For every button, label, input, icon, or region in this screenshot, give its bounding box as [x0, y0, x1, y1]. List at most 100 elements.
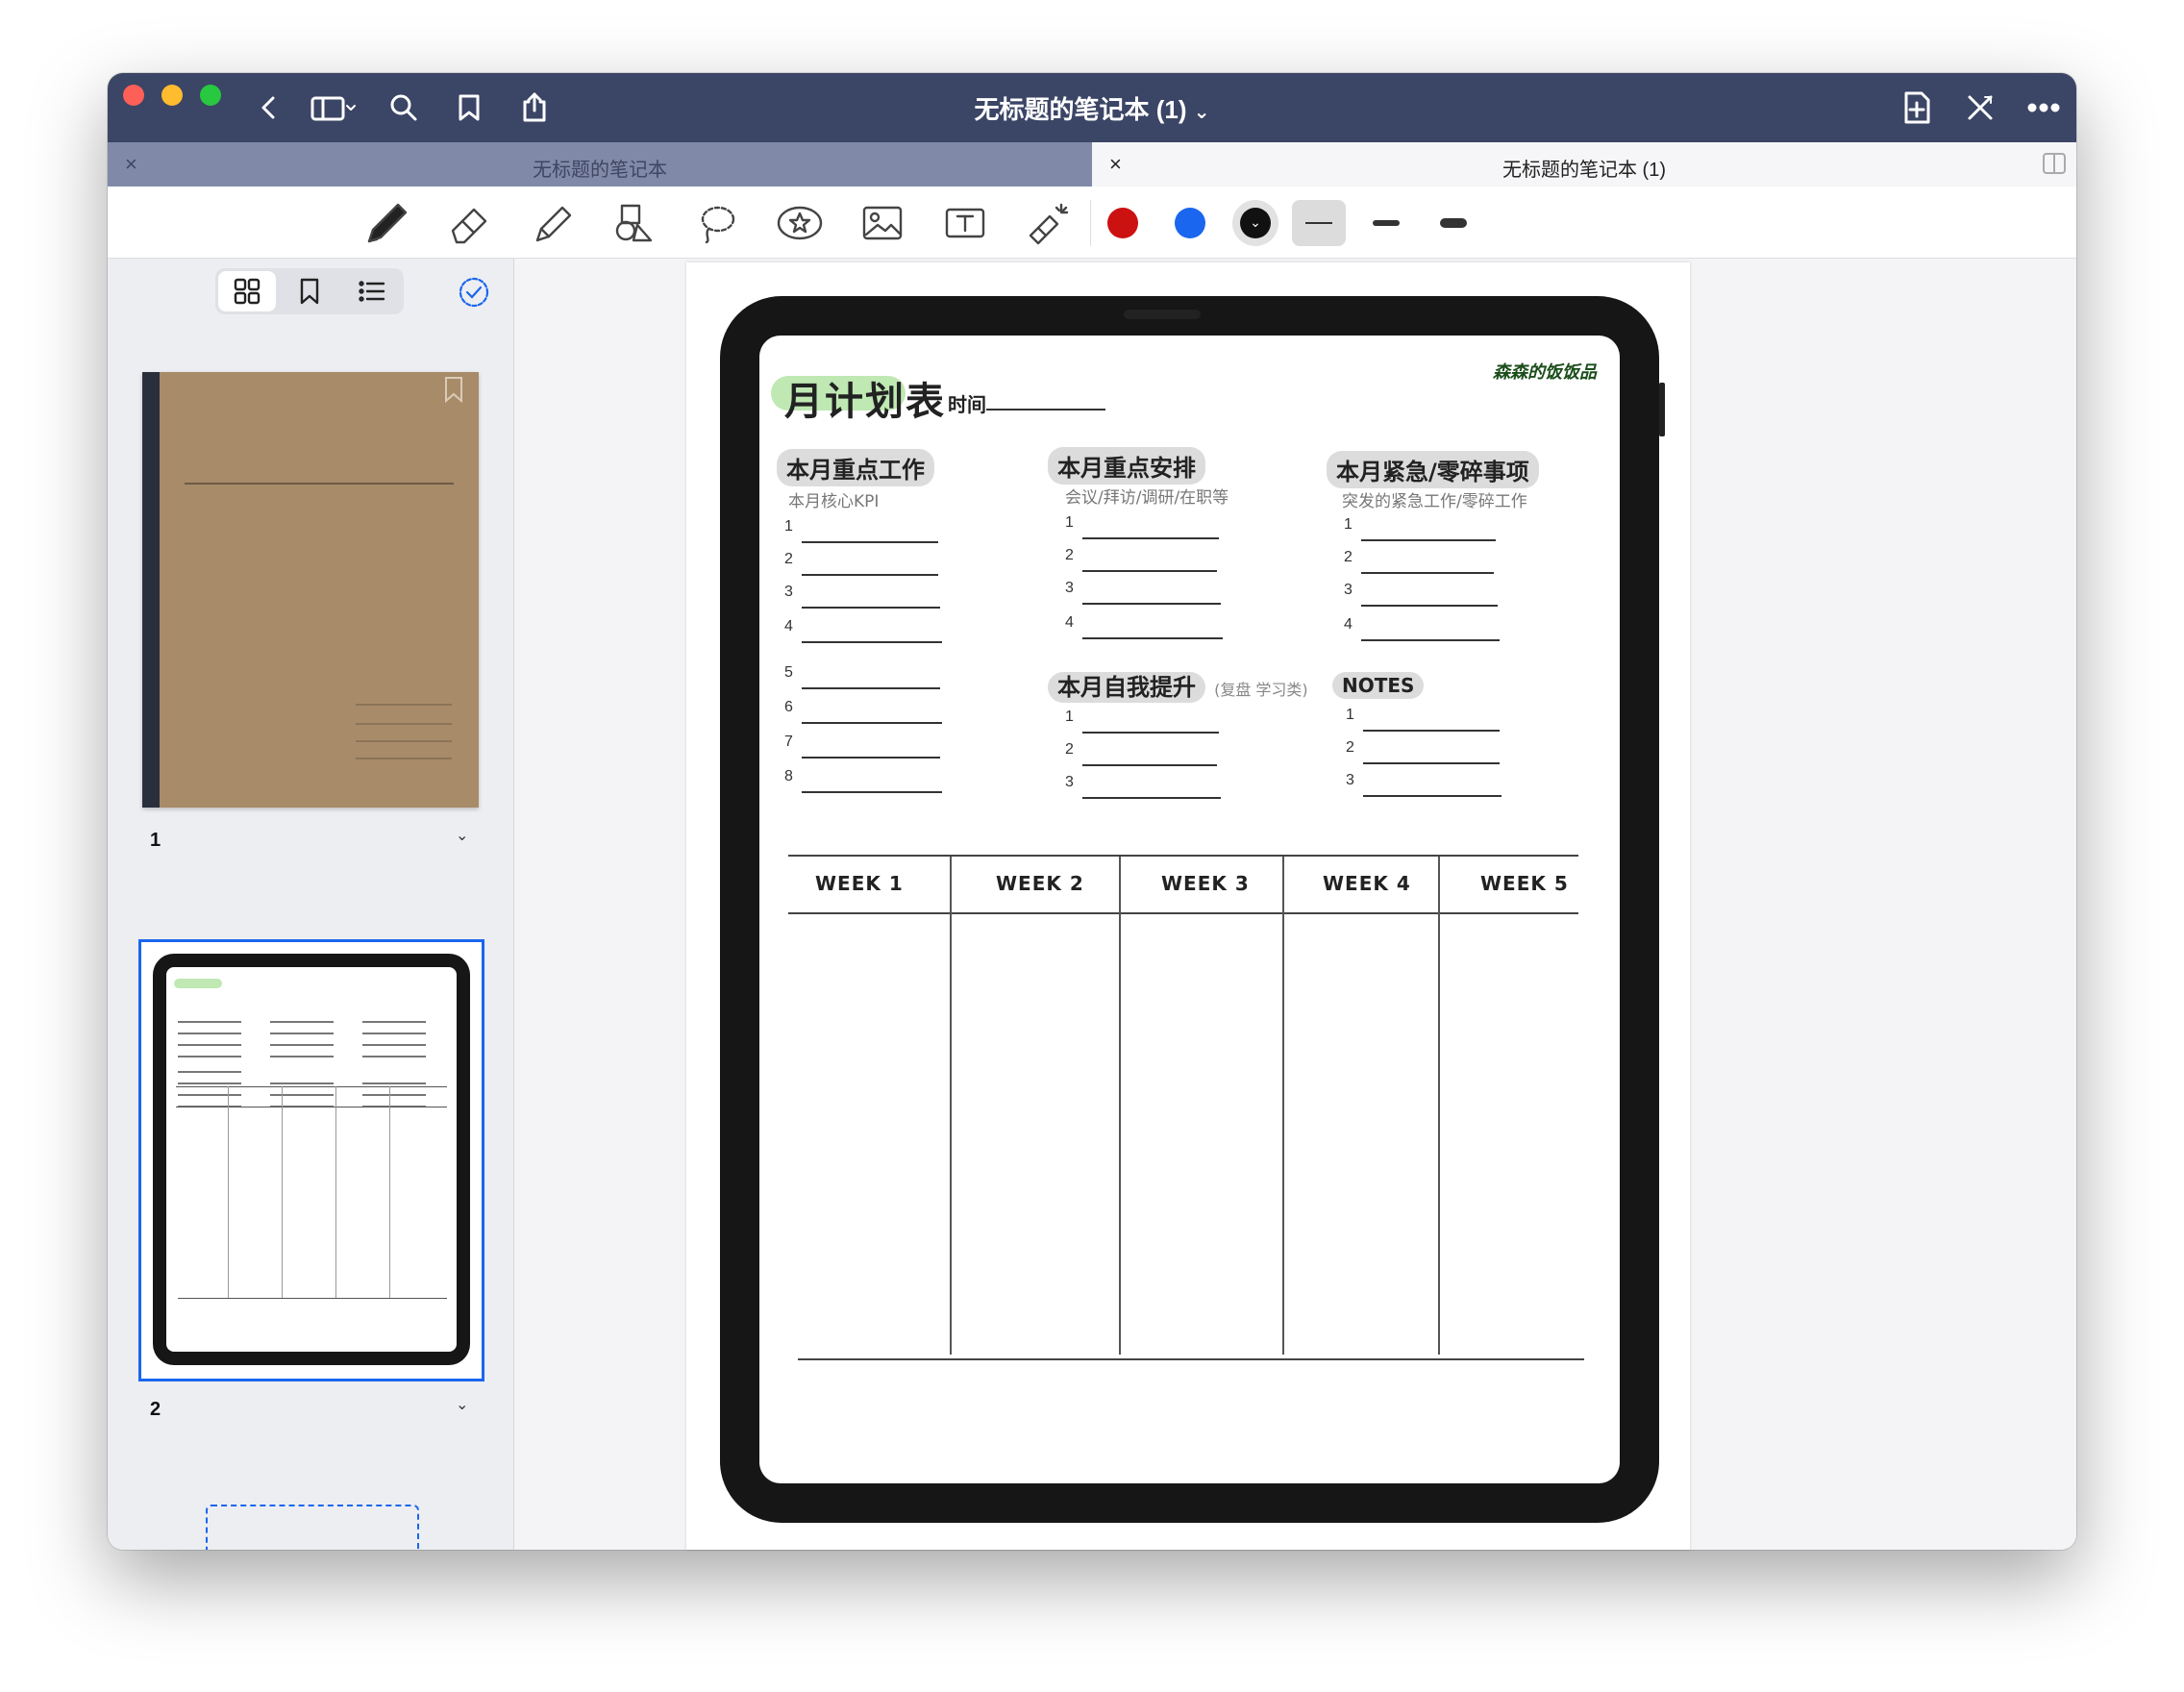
brand-signature: 森森的饭饭品 — [1493, 362, 1597, 382]
bookmark-icon[interactable] — [442, 376, 465, 408]
select-pages-icon[interactable] — [458, 276, 490, 313]
drawing-toolbar: ⌄ — [108, 187, 2076, 259]
page-thumbnail-2[interactable] — [138, 939, 484, 1381]
list-row: 4 — [1344, 616, 1500, 643]
section-subtitle: 突发的紧急工作/零碎工作 — [1342, 492, 1527, 511]
cover-label-lines — [356, 704, 452, 706]
eraser-icon[interactable] — [442, 200, 496, 246]
list-row: 2 — [784, 551, 938, 578]
thumbnail-week-table — [176, 1086, 447, 1107]
window-title-text: 无标题的笔记本 (1) — [974, 95, 1187, 124]
add-page-icon[interactable] — [1898, 88, 1936, 127]
laser-pointer-icon[interactable] — [1021, 200, 1075, 246]
list-row: 1 — [1344, 516, 1498, 543]
section-subtitle: 会议/拜访/调研/在职等 — [1065, 488, 1229, 508]
window-title[interactable]: 无标题的笔记本 (1) ⌄ — [108, 90, 2076, 126]
week-table-bottom-rule — [798, 1358, 1584, 1360]
image-icon[interactable] — [856, 200, 909, 246]
thumbnail-screen — [166, 967, 457, 1352]
thumbnail-week-cols — [228, 1086, 229, 1298]
color-red-swatch[interactable] — [1107, 208, 1138, 238]
list-row: 3 — [1065, 774, 1221, 801]
camera-dot — [1124, 310, 1201, 319]
planner-sheet: 月计划表 时间 森森的饭饭品 本月重点工作 本月核心KPI 1 2 3 4 5 … — [759, 336, 1620, 1483]
chevron-down-icon[interactable]: ⌄ — [456, 826, 468, 845]
notebook-page[interactable]: 月计划表 时间 森森的饭饭品 本月重点工作 本月核心KPI 1 2 3 4 5 … — [686, 262, 1690, 1550]
week-header: WEEK 3 — [1161, 872, 1250, 895]
list-row: 3 — [1344, 582, 1498, 609]
planner-title-text: 月计划表 — [784, 380, 946, 424]
more-icon[interactable] — [2024, 88, 2063, 127]
cover-line — [185, 483, 454, 485]
list-row: 3 — [784, 584, 940, 610]
section-heading: 本月紧急/零碎事项 — [1327, 451, 1539, 488]
list-row: 2 — [1065, 741, 1219, 768]
section-heading: 本月重点工作 — [777, 449, 934, 486]
section-heading: NOTES — [1332, 672, 1425, 699]
outline-icon[interactable] — [343, 271, 401, 311]
tab-bar: × 无标题的笔记本 × 无标题的笔记本 (1) — [108, 142, 2076, 187]
tab-notebook-1[interactable]: × 无标题的笔记本 (1) — [1092, 142, 2076, 187]
add-page-placeholder[interactable] — [206, 1505, 419, 1550]
thumbnail-title — [174, 979, 222, 988]
week-table-top-rule — [788, 855, 1578, 857]
thumbnail-lines-col1 — [178, 1021, 241, 1023]
page-number: 2 — [150, 1399, 161, 1420]
title-bar: 无标题的笔记本 (1) ⌄ — [108, 73, 2076, 142]
page-thumbnail-1[interactable] — [142, 372, 479, 808]
list-row: 3 — [1346, 772, 1502, 799]
week-header: WEEK 1 — [815, 872, 904, 895]
week-header: WEEK 5 — [1480, 872, 1569, 895]
list-row: 1 — [1346, 707, 1500, 734]
planner-title: 月计划表 — [771, 370, 946, 426]
time-label: 时间 — [948, 393, 986, 416]
bookmark-icon[interactable] — [281, 271, 338, 311]
split-view-icon[interactable] — [2042, 152, 2067, 180]
tablet-frame: 月计划表 时间 森森的饭饭品 本月重点工作 本月核心KPI 1 2 3 4 5 … — [720, 296, 1665, 1523]
lasso-icon[interactable] — [690, 200, 744, 246]
collapse-icon[interactable] — [1961, 88, 1999, 127]
highlighter-icon[interactable] — [525, 200, 579, 246]
pen-icon[interactable] — [360, 200, 413, 246]
week-column-divider — [1119, 857, 1121, 1355]
thumbnail-lines-col2 — [270, 1021, 334, 1023]
week-column-divider — [950, 857, 952, 1355]
stroke-thin-button-selected[interactable] — [1292, 200, 1346, 246]
chevron-down-icon: ⌄ — [1240, 208, 1271, 238]
stroke-medium-button[interactable] — [1359, 200, 1413, 246]
time-line — [986, 409, 1105, 411]
list-row: 6 — [784, 699, 942, 726]
week-table-header-rule — [788, 912, 1578, 914]
chevron-down-icon[interactable]: ⌄ — [456, 1395, 468, 1414]
tab-notebook[interactable]: × 无标题的笔记本 — [108, 142, 1092, 187]
list-row: 1 — [1065, 709, 1219, 735]
sticker-icon[interactable] — [773, 200, 827, 246]
grid-icon[interactable] — [218, 271, 276, 311]
list-row: 5 — [784, 664, 940, 691]
color-blue-swatch[interactable] — [1175, 208, 1205, 238]
section-heading: 本月自我提升 — [1048, 672, 1205, 703]
week-header: WEEK 2 — [996, 872, 1084, 895]
week-column-divider — [1438, 857, 1440, 1355]
tab-label: 无标题的笔记本 (1) — [1502, 160, 1666, 181]
shapes-icon[interactable] — [608, 200, 661, 246]
tab-label: 无标题的笔记本 — [533, 160, 667, 181]
list-row: 2 — [1346, 739, 1500, 766]
list-row: 3 — [1065, 580, 1221, 607]
text-icon[interactable] — [938, 200, 992, 246]
side-button — [1659, 383, 1665, 436]
list-row: 8 — [784, 768, 942, 795]
list-row: 4 — [1065, 614, 1223, 641]
chevron-down-icon: ⌄ — [1193, 102, 1210, 123]
color-black-swatch-selected[interactable]: ⌄ — [1232, 200, 1278, 246]
section-subtitle: 本月核心KPI — [788, 492, 880, 511]
week-column-divider — [1282, 857, 1284, 1355]
stroke-thick-button[interactable] — [1427, 200, 1480, 246]
section-heading: 本月重点安排 — [1048, 447, 1205, 485]
list-row: 7 — [784, 734, 940, 760]
section-subtitle: (复盘 学习类) — [1214, 681, 1308, 699]
page-number: 1 — [150, 830, 161, 851]
list-row: 4 — [784, 618, 942, 645]
list-row: 2 — [1065, 547, 1219, 574]
toolbar-divider — [1090, 200, 1091, 246]
